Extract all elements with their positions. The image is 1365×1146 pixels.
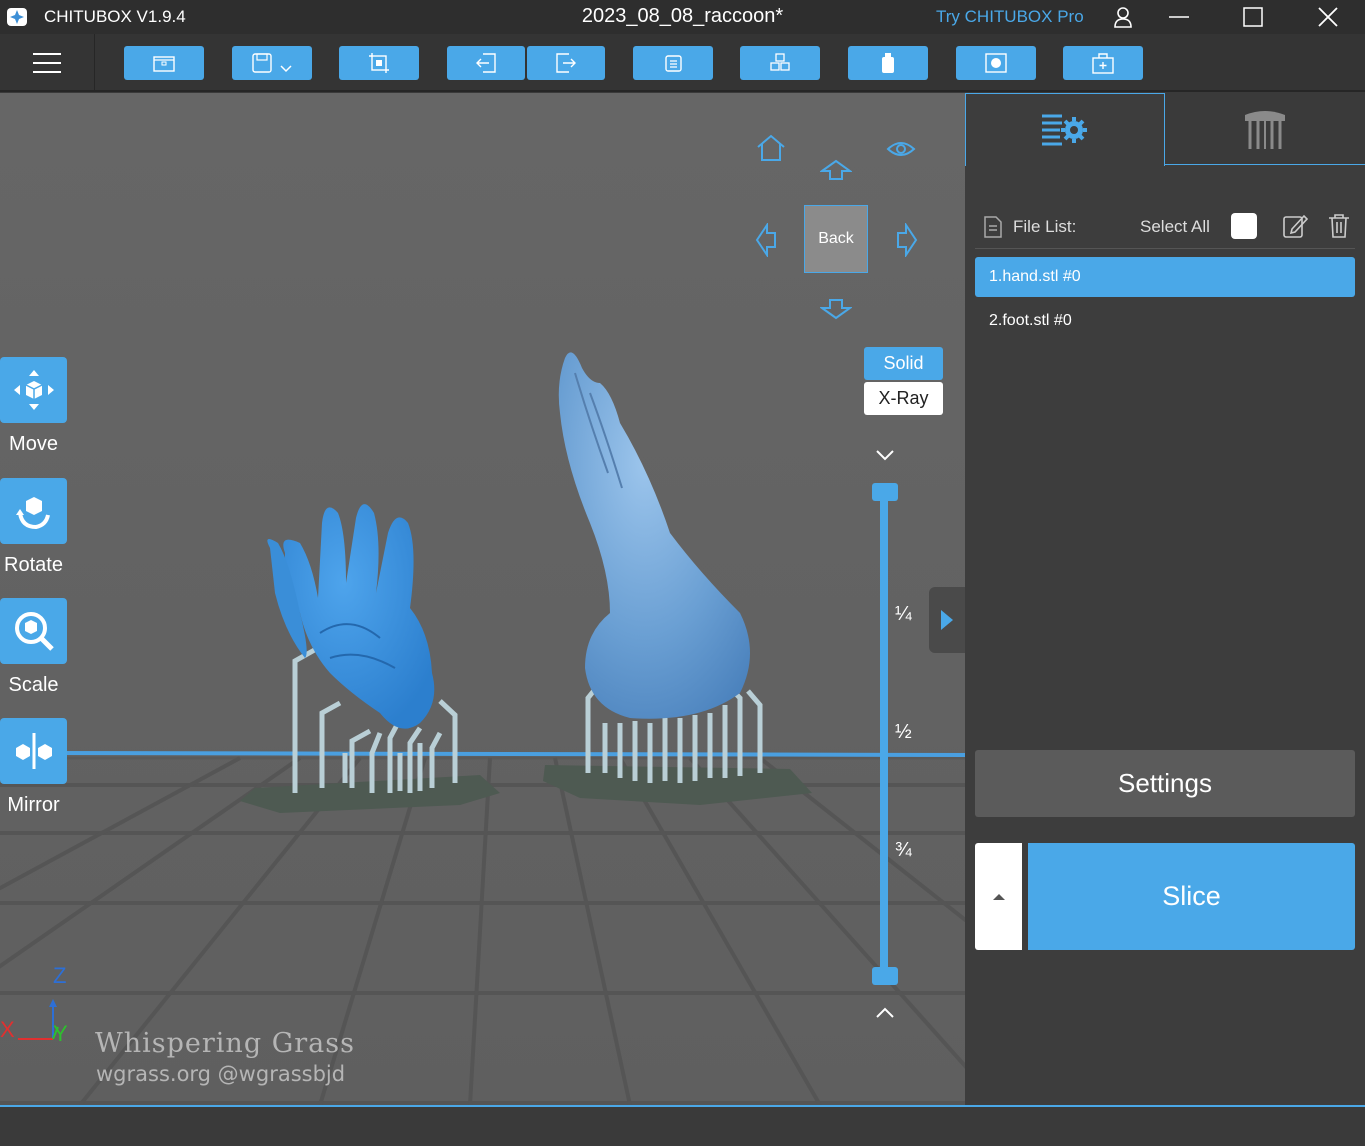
- support-button[interactable]: [848, 46, 928, 80]
- file-list-title: File List:: [1013, 216, 1077, 236]
- rotate-tool-label: Rotate: [4, 554, 63, 576]
- copy-icon: [665, 55, 682, 72]
- axis-x-label: X: [0, 1017, 15, 1042]
- settings-button[interactable]: Settings: [975, 750, 1355, 817]
- import-icon: [476, 53, 496, 73]
- xray-mode-button[interactable]: X-Ray: [864, 382, 943, 415]
- title-bar: CHITUBOX V1.9.4 2023_08_08_raccoon* Try …: [0, 0, 1365, 34]
- file-name: 2.foot.stl #0: [989, 312, 1072, 329]
- user-account-button[interactable]: [1100, 0, 1146, 34]
- axis-y-label: Y: [53, 1021, 68, 1046]
- scale-icon: [14, 612, 54, 651]
- mirror-tool-label: Mirror: [7, 794, 60, 816]
- layer-slider-bottom-handle[interactable]: [872, 967, 898, 985]
- close-button[interactable]: [1305, 0, 1351, 34]
- user-icon: [1114, 7, 1132, 28]
- axis-z-label: Z: [53, 963, 67, 988]
- plus-box-icon: [1092, 53, 1114, 74]
- scale-tool-button[interactable]: [0, 598, 67, 664]
- mirror-icon: [15, 733, 52, 769]
- minimize-icon: [1169, 16, 1189, 18]
- view-right-arrow-icon[interactable]: [894, 223, 918, 257]
- copy-button[interactable]: [633, 46, 713, 80]
- layer-slider-track[interactable]: [880, 488, 888, 978]
- watermark-title: Whispering Grass: [95, 1028, 355, 1059]
- view-cube-face[interactable]: Back: [804, 205, 868, 273]
- move-icon: [13, 370, 54, 410]
- crop-button[interactable]: [339, 46, 419, 80]
- maximize-icon: [1243, 7, 1263, 27]
- move-tool-button[interactable]: [0, 357, 67, 423]
- file-name: 1.hand.stl #0: [989, 268, 1081, 285]
- try-pro-link[interactable]: Try CHITUBOX Pro: [936, 7, 1084, 27]
- move-tool[interactable]: Move: [0, 357, 67, 456]
- save-icon: [252, 53, 272, 73]
- main-menu-button[interactable]: [0, 34, 95, 92]
- list-gear-icon: [1042, 114, 1087, 146]
- duplicate-button[interactable]: [1063, 46, 1143, 80]
- cubes-icon: [770, 53, 790, 71]
- file-list-item[interactable]: 2.foot.stl #0: [975, 301, 1355, 341]
- hollow-icon: [985, 53, 1007, 73]
- watermark-subtitle: wgrass.org @wgrassbjd: [96, 1062, 346, 1086]
- layer-slider-top-handle[interactable]: [872, 483, 898, 501]
- rotate-tool[interactable]: Rotate: [0, 478, 67, 577]
- slice-button[interactable]: Slice: [1028, 843, 1355, 950]
- 3d-viewport[interactable]: Back Solid X-Ray ¼ ½ ¾ Move Rotate Scale…: [0, 93, 965, 1105]
- tab-file-settings[interactable]: [965, 93, 1165, 166]
- minimize-button[interactable]: [1156, 0, 1202, 34]
- bottle-icon: [882, 53, 894, 73]
- rotate-tool-button[interactable]: [0, 478, 67, 544]
- main-toolbar: [0, 34, 1365, 92]
- select-all-label: Select All: [1140, 216, 1210, 236]
- document-icon: [984, 215, 1002, 238]
- hamburger-menu-icon: [33, 53, 61, 73]
- export-icon: [556, 53, 576, 73]
- chevron-down-icon: [280, 65, 292, 73]
- scale-tool[interactable]: Scale: [0, 598, 67, 697]
- view-bottom-arrow-icon[interactable]: [820, 298, 852, 320]
- move-tool-label: Move: [9, 433, 58, 455]
- caret-up-icon: [992, 893, 1005, 900]
- rotate-icon: [15, 497, 50, 530]
- select-all-checkbox[interactable]: [1231, 213, 1257, 239]
- mirror-tool[interactable]: Mirror: [0, 718, 67, 817]
- export-button[interactable]: [527, 46, 605, 80]
- arrange-button[interactable]: [740, 46, 820, 80]
- tab-supports[interactable]: [1165, 93, 1365, 165]
- slider-mark-three-quarter: ¾: [895, 839, 912, 861]
- file-list-item[interactable]: 1.hand.stl #0: [975, 257, 1355, 297]
- solid-mode-button[interactable]: Solid: [864, 347, 943, 380]
- file-list-header: File List: Select All: [975, 205, 1355, 249]
- play-right-icon: [941, 610, 953, 630]
- trash-icon[interactable]: [1327, 213, 1351, 239]
- right-panel: File List: Select All 1.hand.stl #0 2.fo…: [965, 93, 1365, 1105]
- folder-icon: [153, 56, 175, 72]
- plate-edge-line: [59, 751, 965, 757]
- scale-tool-label: Scale: [8, 674, 59, 696]
- close-icon: [1318, 7, 1338, 27]
- support-pillars-icon: [1245, 111, 1285, 149]
- hollow-button[interactable]: [956, 46, 1036, 80]
- view-top-arrow-icon[interactable]: [820, 159, 852, 181]
- eye-icon[interactable]: [886, 139, 916, 159]
- edit-icon[interactable]: [1282, 213, 1308, 239]
- chevron-down-icon[interactable]: [875, 448, 895, 462]
- save-button[interactable]: [232, 46, 312, 80]
- mirror-tool-button[interactable]: [0, 718, 67, 784]
- slider-mark-half: ½: [895, 721, 912, 743]
- panel-toggle-button[interactable]: [929, 587, 965, 653]
- maximize-button[interactable]: [1230, 0, 1276, 34]
- open-file-button[interactable]: [124, 46, 204, 80]
- app-logo-icon: [7, 8, 27, 26]
- app-name: CHITUBOX V1.9.4: [44, 7, 186, 26]
- slice-options-button[interactable]: [975, 843, 1022, 950]
- view-left-arrow-icon[interactable]: [755, 223, 779, 257]
- import-button[interactable]: [447, 46, 525, 80]
- crop-icon: [369, 53, 389, 73]
- chevron-up-icon[interactable]: [875, 1006, 895, 1020]
- home-view-icon[interactable]: [755, 133, 787, 163]
- status-bar: [0, 1105, 1365, 1146]
- slider-mark-quarter: ¼: [895, 603, 912, 625]
